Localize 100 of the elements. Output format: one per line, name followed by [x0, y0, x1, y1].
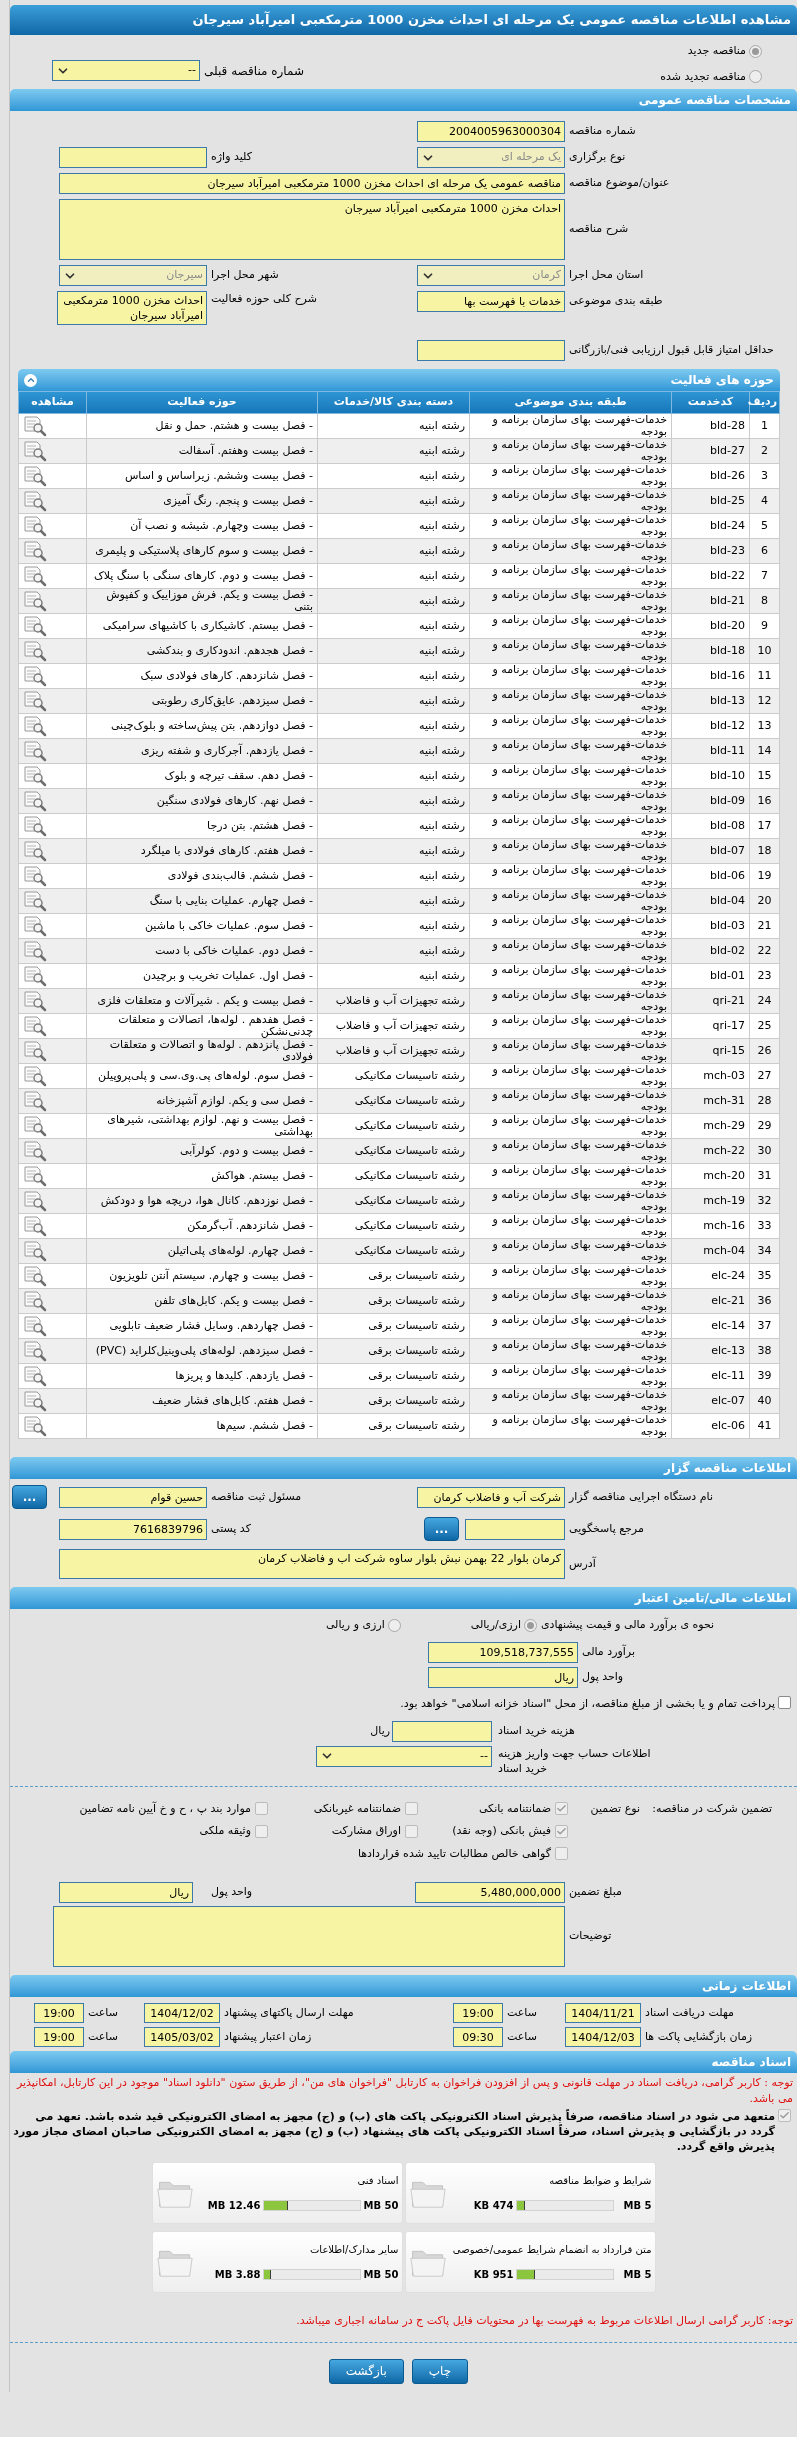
table-cell: رشته تاسیسات مکانیکی	[317, 1063, 470, 1089]
checkbox[interactable]	[778, 1695, 791, 1709]
input-field[interactable]	[392, 1720, 492, 1742]
field-label: مهلت ارسال پاکتهای پیشنهاد	[223, 2004, 355, 2021]
document-search-icon[interactable]	[23, 1065, 47, 1087]
document-search-icon[interactable]	[23, 415, 47, 437]
select-field[interactable]: --	[316, 1745, 492, 1767]
checkbox[interactable]	[778, 2109, 791, 2122]
date-field[interactable]: 1404/11/21	[565, 2003, 641, 2023]
checkbox[interactable]	[255, 1824, 268, 1838]
document-search-icon[interactable]	[23, 1390, 47, 1412]
input-field[interactable]	[465, 1518, 565, 1540]
document-search-icon[interactable]	[23, 790, 47, 812]
time-field[interactable]: 19:00	[34, 2003, 84, 2023]
radio-button[interactable]	[387, 1618, 401, 1632]
date-field[interactable]: 1404/12/02	[144, 2003, 220, 2023]
input-field[interactable]: ریال	[59, 1882, 193, 1903]
date-field[interactable]: 1405/03/02	[144, 2027, 220, 2047]
document-search-icon[interactable]	[23, 1240, 47, 1262]
document-search-icon[interactable]	[23, 890, 47, 912]
document-search-icon[interactable]	[23, 765, 47, 787]
table-cell: 40	[749, 1388, 780, 1414]
document-search-icon[interactable]	[23, 1015, 47, 1037]
document-search-icon[interactable]	[23, 915, 47, 937]
document-search-icon[interactable]	[23, 715, 47, 737]
document-search-icon[interactable]	[23, 1340, 47, 1362]
document-search-icon[interactable]	[23, 965, 47, 987]
input-field[interactable]: مناقصه عمومی یک مرحله ای احداث مخزن 1000 مترمکعبی امیرآباد سیرجان	[59, 173, 565, 194]
table-cell: خدمات-فهرست بهای سازمان برنامه و بودجه	[469, 913, 672, 939]
document-search-icon[interactable]	[23, 1415, 47, 1437]
input-field[interactable]	[59, 147, 207, 168]
input-field[interactable]: ریال	[428, 1666, 578, 1688]
radio-button[interactable]	[749, 44, 762, 58]
checkbox[interactable]	[405, 1824, 418, 1838]
document-search-icon[interactable]	[23, 615, 47, 637]
table-cell: 30	[749, 1138, 780, 1164]
document-search-icon[interactable]	[23, 465, 47, 487]
checkbox[interactable]	[555, 1802, 568, 1816]
document-search-icon[interactable]	[23, 565, 47, 587]
document-search-icon[interactable]	[23, 1290, 47, 1312]
text-area[interactable]: احداث مخزن 1000 مترمکعبی امیرآباد سیرجان	[59, 199, 565, 260]
document-search-icon[interactable]	[23, 440, 47, 462]
time-field[interactable]: 09:30	[453, 2027, 503, 2047]
action-button[interactable]: چاپ	[411, 2358, 469, 2384]
checkbox[interactable]	[405, 1802, 418, 1816]
input-field[interactable]: 7616839796	[59, 1518, 207, 1540]
input-field[interactable]: حسین قوام	[59, 1486, 207, 1508]
document-search-icon[interactable]	[23, 590, 47, 612]
collapse-button[interactable]	[24, 373, 37, 387]
field-label: نوع برگزاری	[568, 149, 627, 166]
action-button[interactable]: بازگشت	[328, 2358, 404, 2384]
document-search-icon[interactable]	[23, 840, 47, 862]
radio-button[interactable]	[749, 70, 762, 84]
document-search-icon[interactable]	[23, 940, 47, 962]
document-search-icon[interactable]	[23, 665, 47, 687]
document-search-icon[interactable]	[23, 990, 47, 1012]
input-field[interactable]: 2004005963000304	[417, 121, 565, 142]
document-search-icon[interactable]	[23, 1215, 47, 1237]
document-search-icon[interactable]	[23, 740, 47, 762]
document-search-icon[interactable]	[23, 1190, 47, 1212]
document-search-icon[interactable]	[23, 1040, 47, 1062]
document-search-icon[interactable]	[23, 540, 47, 562]
checkbox[interactable]	[555, 1847, 568, 1861]
document-search-icon[interactable]	[23, 1365, 47, 1387]
checkbox[interactable]	[255, 1802, 268, 1816]
document-search-icon[interactable]	[23, 640, 47, 662]
document-search-icon[interactable]	[23, 1265, 47, 1287]
checkbox[interactable]	[555, 1824, 568, 1838]
table-cell: رشته ابنیه	[317, 913, 470, 939]
field-label: شرح مناقصه	[568, 221, 630, 238]
document-search-icon[interactable]	[23, 1090, 47, 1112]
document-search-icon[interactable]	[23, 490, 47, 512]
table-cell: 23	[749, 963, 780, 989]
document-search-icon[interactable]	[23, 815, 47, 837]
field-label: کلید واژه	[210, 149, 253, 166]
table-cell: - فصل پانزدهم . لوله‌ها و اتصالات و متعلقات فولادی	[86, 1038, 318, 1064]
input-field[interactable]: 109,518,737,555	[428, 1641, 578, 1663]
input-field[interactable]: 5,480,000,000	[415, 1882, 565, 1903]
time-field[interactable]: 19:00	[453, 2003, 503, 2023]
radio-button[interactable]	[524, 1618, 537, 1632]
more-button[interactable]: ...	[12, 1485, 47, 1509]
more-button[interactable]: ...	[424, 1517, 459, 1541]
text-area[interactable]	[53, 1906, 565, 1967]
date-field[interactable]: 1404/12/03	[565, 2027, 641, 2047]
input-field[interactable]	[417, 340, 565, 361]
document-search-icon[interactable]	[23, 1140, 47, 1162]
document-search-icon[interactable]	[23, 690, 47, 712]
select-field[interactable]: --	[52, 60, 200, 81]
table-cell: bld-22	[671, 563, 750, 589]
text-area[interactable]: کرمان بلوار 22 بهمن نبش بلوار ساوه شرکت اب و فاضلاب کرمان	[59, 1549, 565, 1579]
input-field[interactable]: خدمات با فهرست بها	[417, 291, 565, 312]
text-area[interactable]: احداث مخزن 1000 مترمکعبی امیرآباد سیرجان	[57, 291, 207, 325]
document-search-icon[interactable]	[23, 865, 47, 887]
document-search-icon[interactable]	[23, 1115, 47, 1137]
document-search-icon[interactable]	[23, 515, 47, 537]
document-search-icon[interactable]	[23, 1165, 47, 1187]
time-field[interactable]: 19:00	[34, 2027, 84, 2047]
table-cell: - فصل بیست و دوم. کولرآبی	[86, 1138, 318, 1164]
document-search-icon[interactable]	[23, 1315, 47, 1337]
input-field[interactable]: شرکت آب و فاضلاب کرمان	[417, 1486, 565, 1508]
